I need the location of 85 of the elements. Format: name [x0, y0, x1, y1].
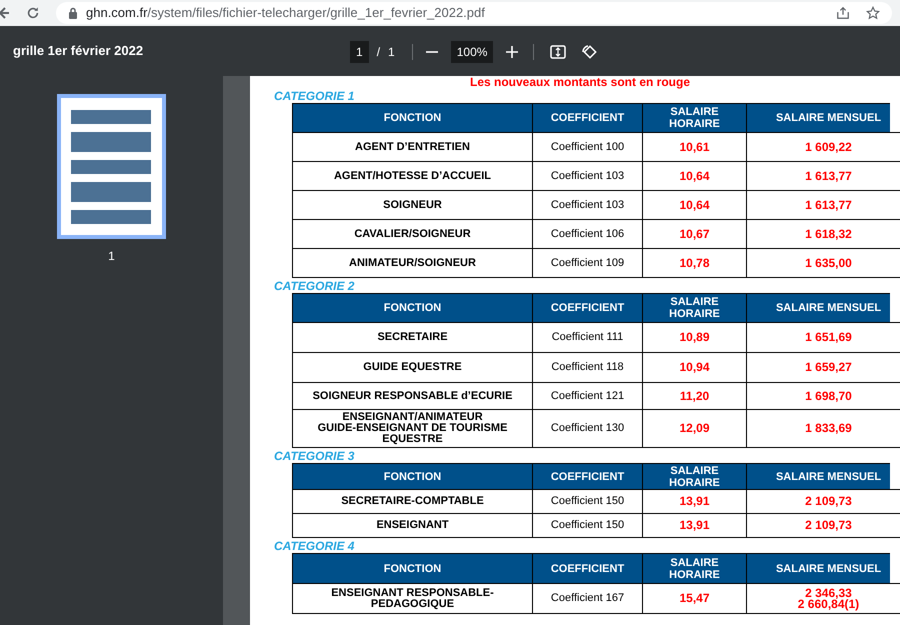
hourly-wage-cell: 10,64 [643, 191, 747, 220]
job-title-cell: GUIDE EQUESTRE [293, 353, 533, 383]
column-header: FONCTION [293, 464, 533, 490]
coefficient-cell: Coefficient 103 [533, 191, 643, 220]
coefficient-cell: Coefficient 106 [533, 220, 643, 249]
document-title: grille 1er février 2022 [13, 42, 144, 60]
page-separator: / [376, 44, 380, 61]
zoom-field[interactable]: 100% [450, 41, 494, 63]
category-title: CATEGORIE 4 [274, 540, 354, 552]
page-number-field[interactable]: 1 [350, 41, 369, 63]
column-header: COEFFICIENT [533, 554, 643, 584]
coefficient-cell: Coefficient 130 [533, 410, 643, 448]
monthly-salary-cell: 1 613,77 [747, 191, 900, 220]
column-header: FONCTION [293, 104, 533, 133]
coefficient-cell: Coefficient 121 [533, 383, 643, 410]
job-title-cell: AGENT/HOTESSE D’ACCUEIL [293, 162, 533, 191]
monthly-salary-cell: 2 346,33 2 660,84(1) [747, 584, 900, 614]
job-title-cell: ENSEIGNANT [293, 514, 533, 538]
monthly-salary-cell: 1 698,70 [747, 383, 900, 410]
column-header: SALAIRE HORAIRE [643, 554, 747, 584]
monthly-salary-cell: 2 109,73 [747, 514, 900, 538]
monthly-salary-cell: 1 609,22 [747, 133, 900, 162]
job-title-cell: CAVALIER/SOIGNEUR [293, 220, 533, 249]
monthly-salary-cell: 1 618,32 [747, 220, 900, 249]
note-text: Les nouveaux montants sont en rouge [470, 76, 690, 88]
column-header: FONCTION [293, 294, 533, 323]
page-thumbnail-label: 1 [108, 248, 115, 265]
column-header: SALAIRE MENSUEL [747, 464, 900, 490]
job-title-cell: SOIGNEUR RESPONSABLE d’ECURIE [293, 383, 533, 410]
monthly-salary-cell: 1 635,00 [747, 249, 900, 278]
hourly-wage-cell: 12,09 [643, 410, 747, 448]
category-title: CATEGORIE 3 [274, 450, 354, 462]
monthly-salary-cell: 1 613,77 [747, 162, 900, 191]
column-header: SALAIRE HORAIRE [643, 294, 747, 323]
url-text: ghn.com.fr/system/files/fichier-telecharger/grille_1er_fevrier_2022.pdf [86, 4, 485, 22]
category-title: CATEGORIE 1 [274, 90, 354, 102]
hourly-wage-cell: 13,91 [643, 490, 747, 514]
monthly-salary-cell: 1 659,27 [747, 353, 900, 383]
column-header: SALAIRE MENSUEL [747, 554, 900, 584]
column-header: SALAIRE HORAIRE [643, 104, 747, 133]
hourly-wage-cell: 11,20 [643, 383, 747, 410]
job-title-cell: AGENT D’ENTRETIEN [293, 133, 533, 162]
share-icon[interactable] [836, 6, 850, 20]
column-header: COEFFICIENT [533, 294, 643, 323]
coefficient-cell: Coefficient 150 [533, 490, 643, 514]
column-header: SALAIRE MENSUEL [747, 104, 900, 133]
column-header: SALAIRE HORAIRE [643, 464, 747, 490]
monthly-salary-cell: 1 651,69 [747, 323, 900, 353]
hourly-wage-cell: 13,91 [643, 514, 747, 538]
reload-icon[interactable] [26, 6, 40, 20]
column-header: COEFFICIENT [533, 104, 643, 133]
coefficient-cell: Coefficient 103 [533, 162, 643, 191]
job-title-cell: ENSEIGNANT RESPONSABLE- PEDAGOGIQUE [293, 584, 533, 614]
coefficient-cell: Coefficient 118 [533, 353, 643, 383]
coefficient-cell: Coefficient 109 [533, 249, 643, 278]
hourly-wage-cell: 10,94 [643, 353, 747, 383]
column-header: SALAIRE MENSUEL [747, 294, 900, 323]
monthly-salary-cell: 1 833,69 [747, 410, 900, 448]
back-arrow-icon[interactable] [0, 6, 10, 20]
job-title-cell: SECRETAIRE [293, 323, 533, 353]
lock-icon [68, 7, 78, 19]
fit-page-icon[interactable] [550, 44, 566, 60]
column-header: FONCTION [293, 554, 533, 584]
coefficient-cell: Coefficient 167 [533, 584, 643, 614]
job-title-cell: SECRETAIRE-COMPTABLE [293, 490, 533, 514]
address-bar[interactable]: ghn.com.fr/system/files/fichier-telecharger/grille_1er_fevrier_2022.pdf [56, 2, 892, 24]
star-icon[interactable] [866, 6, 880, 20]
hourly-wage-cell: 10,78 [643, 249, 747, 278]
coefficient-cell: Coefficient 100 [533, 133, 643, 162]
hourly-wage-cell: 10,67 [643, 220, 747, 249]
rotate-icon[interactable] [581, 44, 598, 60]
column-header: COEFFICIENT [533, 464, 643, 490]
hourly-wage-cell: 15,47 [643, 584, 747, 614]
job-title-cell: ANIMATEUR/SOIGNEUR [293, 249, 533, 278]
hourly-wage-cell: 10,89 [643, 323, 747, 353]
job-title-cell: SOIGNEUR [293, 191, 533, 220]
zoom-in-icon[interactable] [506, 46, 518, 58]
hourly-wage-cell: 10,64 [643, 162, 747, 191]
page-total: 1 [388, 44, 395, 61]
job-title-cell: ENSEIGNANT/ANIMATEUR GUIDE-ENSEIGNANT DE TOURISME EQUESTRE [293, 410, 533, 448]
monthly-salary-cell: 2 109,73 [747, 490, 900, 514]
coefficient-cell: Coefficient 111 [533, 323, 643, 353]
category-title: CATEGORIE 2 [274, 280, 354, 292]
coefficient-cell: Coefficient 150 [533, 514, 643, 538]
hourly-wage-cell: 10,61 [643, 133, 747, 162]
